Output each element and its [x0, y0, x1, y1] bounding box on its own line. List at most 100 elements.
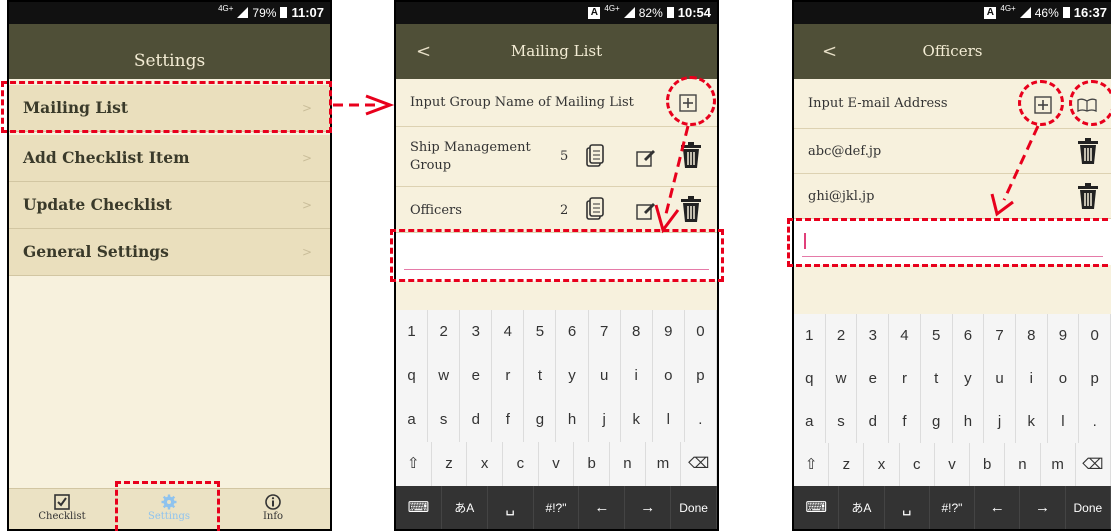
key[interactable]: 2	[826, 314, 858, 357]
key[interactable]: f	[889, 400, 921, 443]
key[interactable]: 5	[524, 310, 557, 354]
key[interactable]: z	[829, 443, 865, 486]
key[interactable]: n	[1005, 443, 1041, 486]
key[interactable]: j	[589, 398, 621, 442]
keyboard-settings-key[interactable]: ⌨	[396, 486, 442, 529]
key[interactable]: g	[921, 400, 953, 443]
menu-item-general-settings[interactable]: General Settings >	[9, 229, 330, 276]
key[interactable]: s	[826, 400, 858, 443]
key[interactable]: u	[589, 354, 621, 398]
key[interactable]: a	[794, 400, 826, 443]
key[interactable]: w	[826, 357, 858, 400]
language-key[interactable]: あA	[442, 486, 488, 529]
key[interactable]: f	[492, 398, 525, 442]
key[interactable]: z	[432, 442, 468, 486]
email-placeholder[interactable]: Input E-mail Address	[808, 96, 948, 111]
symbols-key[interactable]: #!?"	[930, 486, 976, 529]
key[interactable]: t	[921, 357, 953, 400]
key[interactable]: j	[984, 400, 1016, 443]
key[interactable]: 8	[621, 310, 653, 354]
arrow-left-key[interactable]: ←	[975, 486, 1021, 529]
key[interactable]: l	[1048, 400, 1080, 443]
language-key[interactable]: あA	[839, 486, 885, 529]
trash-icon[interactable]	[680, 196, 702, 222]
key[interactable]: i	[1016, 357, 1048, 400]
key[interactable]: 6	[556, 310, 589, 354]
trash-icon[interactable]	[1077, 138, 1099, 164]
key[interactable]: b	[574, 442, 611, 486]
key[interactable]: v	[935, 443, 971, 486]
key[interactable]: t	[524, 354, 557, 398]
key[interactable]: r	[889, 357, 921, 400]
key[interactable]: q	[794, 357, 826, 400]
key[interactable]: u	[984, 357, 1016, 400]
edit-icon[interactable]	[636, 200, 656, 220]
key[interactable]: m	[1041, 443, 1076, 486]
menu-item-add-checklist-item[interactable]: Add Checklist Item >	[9, 135, 330, 182]
key[interactable]: q	[396, 354, 429, 398]
key[interactable]: v	[539, 442, 575, 486]
edit-icon[interactable]	[636, 147, 656, 167]
arrow-right-key[interactable]: →	[1020, 486, 1066, 529]
trash-icon[interactable]	[680, 142, 702, 168]
key[interactable]: b	[970, 443, 1006, 486]
key[interactable]: 6	[953, 314, 985, 357]
key[interactable]: s	[428, 398, 461, 442]
key[interactable]: 4	[492, 310, 525, 354]
key[interactable]: w	[428, 354, 461, 398]
list-item[interactable]: abc@def.jp	[794, 129, 1111, 174]
done-key[interactable]: Done	[1066, 486, 1111, 529]
key[interactable]: .	[1079, 400, 1111, 443]
space-key[interactable]: ␣	[885, 486, 930, 529]
key[interactable]: 4	[889, 314, 921, 357]
back-button[interactable]: <	[822, 24, 837, 79]
arrow-right-key[interactable]: →	[625, 486, 672, 529]
arrow-left-key[interactable]: ←	[579, 486, 626, 529]
key[interactable]: c	[503, 442, 539, 486]
key[interactable]: 0	[1079, 314, 1111, 357]
key[interactable]: 8	[1016, 314, 1048, 357]
back-button[interactable]: <	[416, 24, 431, 79]
list-item[interactable]: Ship Management Group 5	[396, 127, 717, 187]
key[interactable]: i	[621, 354, 653, 398]
key[interactable]: r	[492, 354, 525, 398]
key[interactable]: o	[653, 354, 685, 398]
key[interactable]: 3	[460, 310, 493, 354]
key[interactable]: c	[900, 443, 935, 486]
key[interactable]: k	[1016, 400, 1048, 443]
key[interactable]: p	[685, 354, 717, 398]
key[interactable]: n	[610, 442, 646, 486]
key[interactable]: h	[556, 398, 589, 442]
trash-icon[interactable]	[1077, 183, 1099, 209]
key[interactable]: x	[467, 442, 504, 486]
key[interactable]: p	[1079, 357, 1111, 400]
key[interactable]: .	[685, 398, 717, 442]
space-key[interactable]: ␣	[488, 486, 534, 529]
key[interactable]: 1	[396, 310, 429, 354]
key[interactable]: e	[460, 354, 493, 398]
copy-icon[interactable]	[586, 144, 604, 168]
key[interactable]: m	[646, 442, 682, 486]
group-name-placeholder[interactable]: Input Group Name of Mailing List	[410, 95, 634, 110]
key[interactable]: h	[953, 400, 985, 443]
key[interactable]: 9	[1048, 314, 1080, 357]
keyboard-settings-key[interactable]: ⌨	[794, 486, 840, 529]
key[interactable]: l	[653, 398, 685, 442]
backspace-key[interactable]: ⌫	[681, 442, 717, 486]
done-key[interactable]: Done	[671, 486, 717, 529]
key[interactable]: y	[556, 354, 589, 398]
symbols-key[interactable]: #!?"	[534, 486, 580, 529]
key[interactable]: g	[524, 398, 557, 442]
key[interactable]: 3	[857, 314, 890, 357]
key[interactable]: o	[1048, 357, 1080, 400]
copy-icon[interactable]	[586, 197, 604, 221]
shift-key[interactable]: ⇧	[794, 443, 830, 486]
tab-info[interactable]: Info	[243, 489, 303, 522]
shift-key[interactable]: ⇧	[396, 442, 432, 486]
key[interactable]: k	[621, 398, 653, 442]
backspace-key[interactable]: ⌫	[1076, 443, 1111, 486]
list-item[interactable]: Officers 2	[396, 187, 717, 233]
key[interactable]: d	[460, 398, 493, 442]
key[interactable]: 0	[685, 310, 717, 354]
key[interactable]: y	[953, 357, 985, 400]
